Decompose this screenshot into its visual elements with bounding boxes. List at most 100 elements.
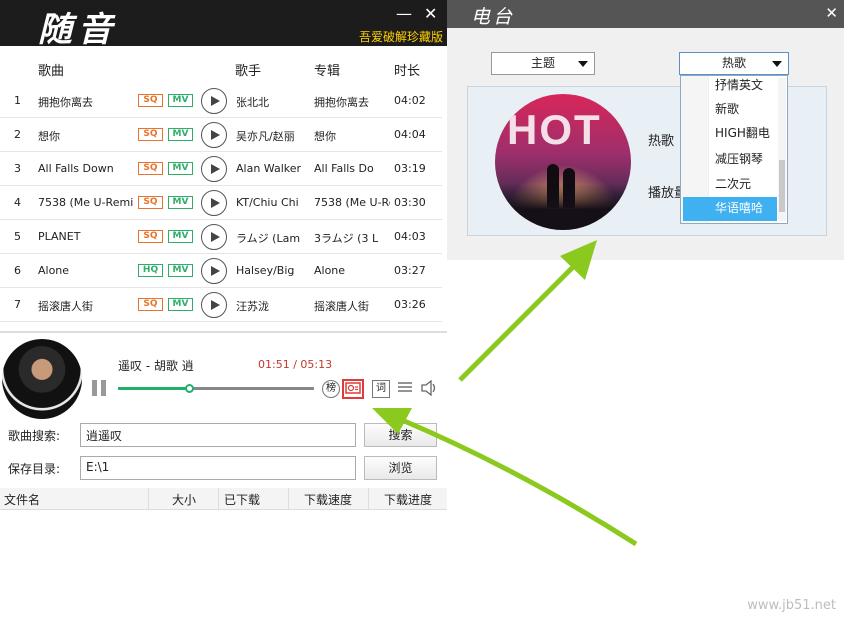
row-singer[interactable]: Alan Walker: [236, 162, 308, 175]
minimize-button[interactable]: —: [396, 4, 412, 23]
lyric-icon[interactable]: 词: [372, 380, 390, 398]
dropdown-option[interactable]: 抒情英文: [683, 74, 777, 98]
quality-badge[interactable]: SQ: [138, 128, 163, 141]
row-singer[interactable]: Halsey/Big: [236, 264, 308, 277]
row-singer[interactable]: 汪苏泷: [236, 298, 308, 314]
mv-toggle-icon[interactable]: [342, 379, 364, 399]
song-row[interactable]: 5 PLANET SQ MV ラムジ (Lam 3ラムジ (3 L 04:03: [0, 220, 442, 254]
play-icon[interactable]: [201, 258, 227, 284]
row-album[interactable]: All Falls Do: [314, 162, 390, 175]
mv-badge[interactable]: MV: [168, 128, 193, 141]
dropdown-option[interactable]: 减压钢琴: [683, 148, 777, 172]
playlist-icon[interactable]: [396, 380, 414, 398]
row-duration: 03:27: [394, 264, 426, 277]
close-button[interactable]: ✕: [424, 4, 437, 23]
station-cover[interactable]: HOT: [495, 94, 631, 230]
play-time: 01:51 / 05:13: [258, 358, 333, 371]
header-downloaded[interactable]: 已下载: [224, 491, 260, 508]
row-singer[interactable]: KT/Chiu Chi: [236, 196, 308, 209]
search-row: 歌曲搜索: 逍遥叹 搜索: [0, 423, 447, 449]
pause-icon[interactable]: [92, 380, 106, 396]
row-title[interactable]: Alone: [38, 264, 134, 277]
column-divider: [288, 488, 289, 510]
search-input[interactable]: 逍遥叹: [80, 423, 356, 447]
mv-badge[interactable]: MV: [168, 94, 193, 107]
dropdown-option[interactable]: 二次元: [683, 173, 777, 197]
header-album[interactable]: 专辑: [314, 60, 340, 79]
category-select-value: 热歌: [721, 56, 746, 70]
header-singer[interactable]: 歌手: [235, 60, 261, 79]
theme-select[interactable]: 主题: [491, 52, 595, 75]
album-avatar[interactable]: [2, 339, 82, 419]
dropdown-option-selected[interactable]: 华语嘻哈: [683, 197, 777, 221]
row-title[interactable]: 7538 (Me U-Remi: [38, 196, 134, 209]
quality-badge[interactable]: SQ: [138, 94, 163, 107]
play-icon[interactable]: [201, 156, 227, 182]
quality-badge[interactable]: SQ: [138, 196, 163, 209]
song-row[interactable]: 3 All Falls Down SQ MV Alan Walker All F…: [0, 152, 442, 186]
play-icon[interactable]: [201, 122, 227, 148]
mv-badge[interactable]: MV: [168, 298, 193, 311]
header-filename[interactable]: 文件名: [4, 491, 40, 508]
row-singer[interactable]: 吴亦凡/赵丽: [236, 128, 308, 144]
dropdown-option[interactable]: 新歌: [683, 98, 777, 122]
browse-button[interactable]: 浏览: [364, 456, 437, 480]
mv-badge[interactable]: MV: [168, 162, 193, 175]
row-title[interactable]: All Falls Down: [38, 162, 134, 175]
dropdown-scroll-thumb[interactable]: [779, 160, 785, 212]
row-duration: 04:04: [394, 128, 426, 141]
header-progress[interactable]: 下载进度: [384, 491, 432, 508]
row-album[interactable]: 7538 (Me U-Re: [314, 196, 390, 209]
progress-bar[interactable]: [118, 387, 314, 390]
row-title[interactable]: PLANET: [38, 230, 134, 243]
header-size[interactable]: 大小: [172, 491, 196, 508]
row-number: 1: [14, 94, 21, 107]
category-select[interactable]: 热歌: [679, 52, 789, 75]
dropdown-option[interactable]: HIGH翻电: [683, 122, 777, 146]
radio-close-button[interactable]: ✕: [825, 4, 838, 22]
mv-badge[interactable]: MV: [168, 230, 193, 243]
row-album[interactable]: Alone: [314, 264, 390, 277]
row-duration: 03:26: [394, 298, 426, 311]
save-dir-row: 保存目录: E:\1 浏览: [0, 456, 447, 482]
song-row[interactable]: 7 摇滚唐人街 SQ MV 汪苏泷 摇滚唐人街 03:26: [0, 288, 442, 322]
progress-fill: [118, 387, 189, 390]
progress-knob[interactable]: [184, 384, 194, 393]
row-title[interactable]: 拥抱你离去: [38, 94, 134, 110]
row-singer[interactable]: ラムジ (Lam: [236, 230, 308, 246]
row-singer[interactable]: 张北北: [236, 94, 308, 110]
category-dropdown: 抒情英文 新歌 HIGH翻电 减压钢琴 二次元 华语嘻哈: [680, 75, 788, 224]
download-list-header: 文件名 大小 已下载 下载速度 下载进度: [0, 488, 447, 510]
row-duration: 04:02: [394, 94, 426, 107]
row-title[interactable]: 想你: [38, 128, 134, 144]
rank-icon[interactable]: 榜: [322, 380, 340, 398]
save-dir-input[interactable]: E:\1: [80, 456, 356, 480]
quality-badge[interactable]: SQ: [138, 162, 163, 175]
song-row[interactable]: 2 想你 SQ MV 吴亦凡/赵丽 想你 04:04: [0, 118, 442, 152]
quality-badge[interactable]: HQ: [138, 264, 163, 277]
mv-badge[interactable]: MV: [168, 196, 193, 209]
row-title[interactable]: 摇滚唐人街: [38, 298, 134, 314]
quality-badge[interactable]: SQ: [138, 298, 163, 311]
song-row[interactable]: 4 7538 (Me U-Remi SQ MV KT/Chiu Chi 7538…: [0, 186, 442, 220]
play-icon[interactable]: [201, 88, 227, 114]
song-row[interactable]: 6 Alone HQ MV Halsey/Big Alone 03:27: [0, 254, 442, 288]
chevron-down-icon: [578, 61, 588, 67]
header-speed[interactable]: 下载速度: [304, 491, 352, 508]
play-icon[interactable]: [201, 224, 227, 250]
row-album[interactable]: 摇滚唐人街: [314, 298, 390, 314]
search-button[interactable]: 搜索: [364, 423, 437, 447]
header-duration[interactable]: 时长: [394, 60, 420, 79]
row-album[interactable]: 拥抱你离去: [314, 94, 390, 110]
chevron-down-icon: [772, 61, 782, 67]
volume-icon[interactable]: [420, 379, 438, 398]
mv-badge[interactable]: MV: [168, 264, 193, 277]
header-song[interactable]: 歌曲: [38, 60, 64, 79]
play-icon[interactable]: [201, 190, 227, 216]
row-album[interactable]: 3ラムジ (3 L: [314, 230, 390, 246]
row-album[interactable]: 想你: [314, 128, 390, 144]
quality-badge[interactable]: SQ: [138, 230, 163, 243]
station-name-label: 热歌: [648, 134, 675, 149]
song-row[interactable]: 1 拥抱你离去 SQ MV 张北北 拥抱你离去 04:02: [0, 84, 442, 118]
play-icon[interactable]: [201, 292, 227, 318]
